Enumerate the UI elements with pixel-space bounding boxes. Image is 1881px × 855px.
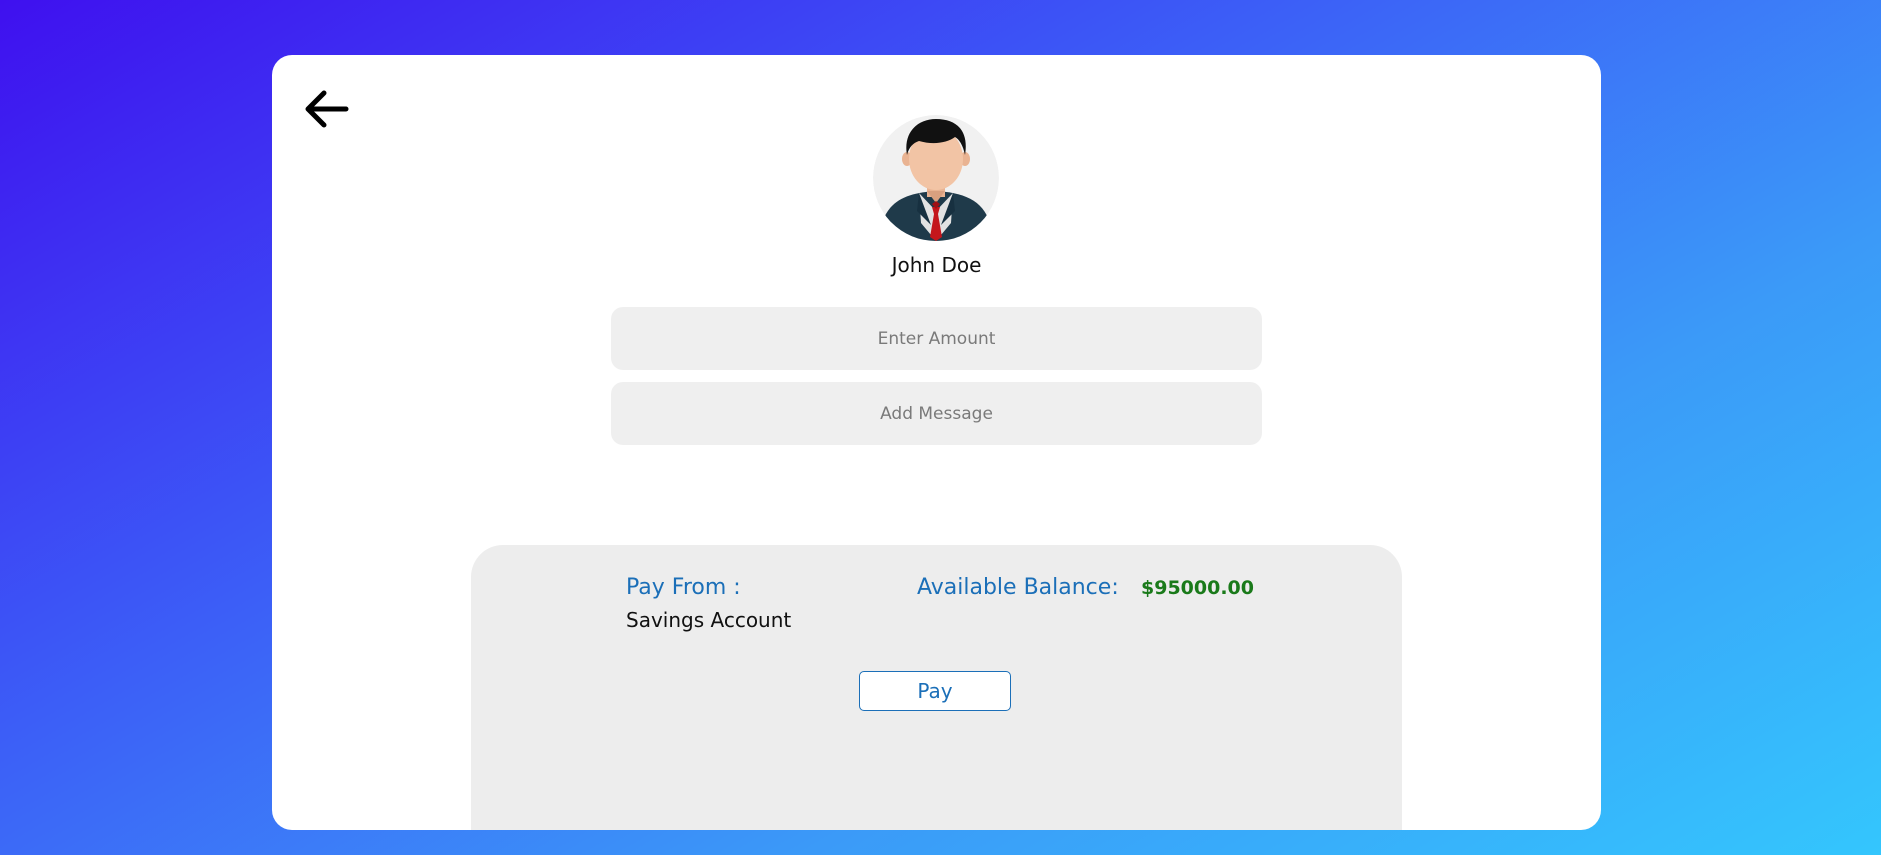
pay-button[interactable]: Pay — [859, 671, 1011, 711]
payment-panel: Pay From : Savings Account Available Bal… — [471, 545, 1402, 830]
amount-input[interactable] — [611, 307, 1262, 370]
businessman-avatar-icon — [873, 115, 999, 241]
available-balance-label: Available Balance: — [917, 575, 1119, 600]
arrow-left-icon — [305, 90, 349, 128]
back-button[interactable] — [300, 83, 352, 135]
pay-from-account: Savings Account — [626, 608, 792, 632]
avatar — [873, 115, 999, 241]
pay-from-label: Pay From : — [626, 575, 741, 600]
message-input[interactable] — [611, 382, 1262, 445]
payment-card: John Doe Pay From : Savings Account Avai… — [272, 55, 1601, 830]
recipient-name: John Doe — [891, 253, 982, 277]
available-balance-value: $95000.00 — [1141, 577, 1254, 599]
